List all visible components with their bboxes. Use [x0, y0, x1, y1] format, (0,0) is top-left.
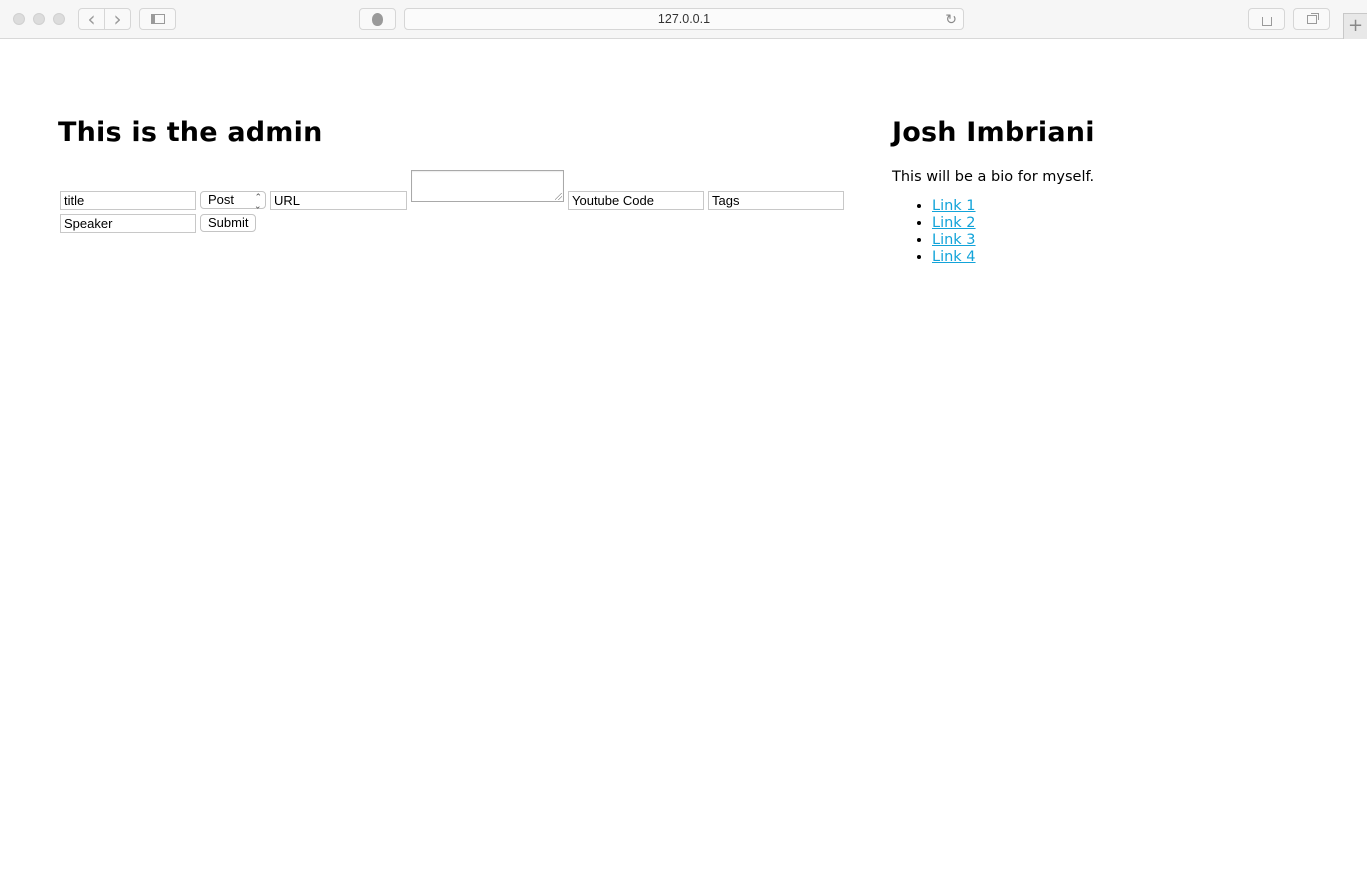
zoom-window-button[interactable] — [53, 13, 65, 25]
submit-button[interactable]: Submit — [200, 214, 257, 232]
link-4[interactable]: Link 4 — [932, 249, 976, 265]
hand-icon — [372, 12, 383, 26]
title-input-value: title — [64, 193, 85, 208]
link-3[interactable]: Link 3 — [932, 232, 976, 248]
address-bar[interactable]: 127.0.0.1 ↻ — [404, 8, 964, 30]
sidebar-icon — [150, 14, 165, 24]
youtube-code-value: Youtube Code — [572, 193, 654, 208]
plus-icon: + — [1347, 15, 1364, 36]
body-textarea[interactable] — [411, 170, 564, 202]
title-input[interactable]: title — [60, 191, 196, 210]
chevron-left-icon: ‹ — [87, 7, 96, 31]
link-2[interactable]: Link 2 — [932, 215, 976, 231]
share-icon — [1261, 16, 1272, 26]
select-arrows-icon: ⌃ ⌃ — [254, 192, 262, 211]
admin-section: This is the admin title Post ⌃ ⌃ URL Yout… — [58, 110, 858, 240]
url-input-value: URL — [274, 193, 301, 208]
forward-button[interactable]: › — [104, 8, 131, 30]
address-text: 127.0.0.1 — [657, 12, 711, 26]
page-title: This is the admin — [58, 117, 323, 148]
bio-text: This will be a bio for myself. — [892, 169, 1095, 185]
link-1[interactable]: Link 1 — [932, 198, 976, 214]
chevron-right-icon: › — [113, 7, 122, 31]
tags-input-value: Tags — [712, 193, 740, 208]
resize-grip-icon[interactable] — [555, 193, 562, 200]
tags-input[interactable]: Tags — [708, 191, 844, 210]
post-type-select[interactable]: Post ⌃ ⌃ — [200, 191, 266, 211]
list-item: Link 1 — [932, 198, 1292, 215]
youtube-code-input[interactable]: Youtube Code — [568, 191, 704, 210]
list-item: Link 2 — [932, 215, 1292, 232]
author-name: Josh Imbriani — [892, 117, 1095, 148]
sidebar-toggle-button[interactable] — [139, 8, 176, 30]
new-tab-button[interactable]: + — [1343, 13, 1367, 39]
minimize-window-button[interactable] — [33, 13, 45, 25]
links-list: Link 1 Link 2 Link 3 Link 4 — [892, 198, 1292, 266]
show-tabs-button[interactable] — [1293, 8, 1330, 30]
post-type-selected: Post — [208, 192, 235, 207]
privacy-button[interactable] — [359, 8, 396, 30]
back-button[interactable]: ‹ — [78, 8, 105, 30]
browser-toolbar: ‹ › 127.0.0.1 ↻ + — [0, 0, 1367, 39]
list-item: Link 3 — [932, 232, 1292, 249]
url-input[interactable]: URL — [270, 191, 407, 210]
speaker-input[interactable]: Speaker — [60, 214, 196, 233]
reload-icon[interactable]: ↻ — [945, 9, 957, 30]
close-window-button[interactable] — [13, 13, 25, 25]
bio-sidebar: Josh Imbriani This will be a bio for mys… — [892, 110, 1292, 266]
share-button[interactable] — [1248, 8, 1285, 30]
post-form: title Post ⌃ ⌃ URL Youtube Code Tags Spea… — [58, 170, 858, 240]
list-item: Link 4 — [932, 249, 1292, 266]
tabs-icon — [1306, 14, 1317, 24]
speaker-input-value: Speaker — [64, 216, 113, 231]
